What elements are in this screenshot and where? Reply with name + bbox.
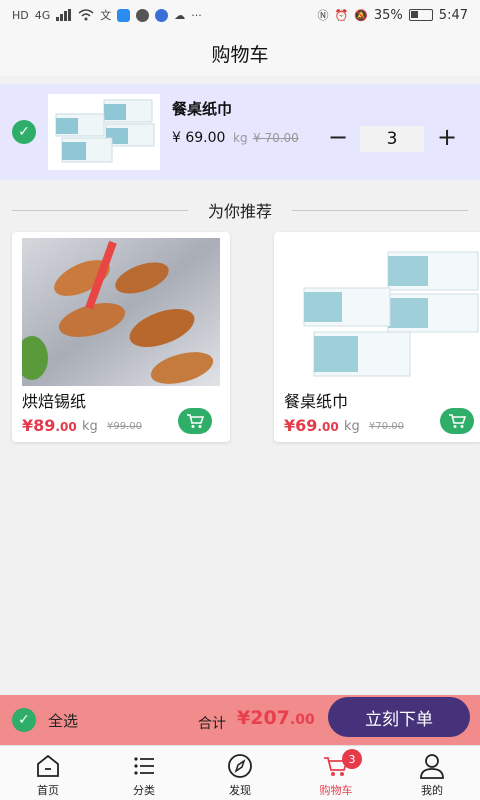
status-bar-left: HD 4G 文 ☁ ···: [12, 7, 202, 23]
tab-label: 我的: [421, 784, 443, 797]
price-main: ¥89: [22, 416, 56, 435]
checkout-bar: ✓ 全选 合计 ¥207.00 立刻下单: [0, 695, 480, 745]
network-indicator: 4G: [34, 8, 51, 22]
app-notification-icon: [117, 8, 131, 22]
cart-count-badge: 3: [342, 749, 362, 769]
compass-icon: [228, 754, 252, 778]
product-name[interactable]: 烘焙锡纸: [22, 388, 86, 412]
tissue-box: [103, 99, 153, 123]
status-bar-right: Ⓝ ⏰ 🔕 35% 5:47: [317, 7, 468, 23]
status-bar: HD 4G 文 ☁ ··· Ⓝ ⏰ 🔕 35% 5:47: [0, 0, 480, 30]
price-main: ¥69: [284, 416, 318, 435]
product-thumbnail[interactable]: [48, 94, 160, 170]
product-image[interactable]: [22, 238, 220, 386]
place-order-button[interactable]: 立刻下单: [328, 697, 470, 737]
product-old-price: ¥99.00: [107, 421, 142, 432]
product-unit: kg: [82, 419, 98, 434]
mute-icon: 🔕: [354, 8, 368, 22]
clock: 5:47: [438, 7, 468, 23]
quantity-decrease-button[interactable]: −: [325, 125, 351, 151]
home-icon: [37, 754, 59, 777]
quantity-increase-button[interactable]: +: [434, 125, 460, 151]
more-icon: ···: [191, 8, 202, 22]
product-price: ¥89.00: [22, 416, 77, 435]
battery-icon: [408, 9, 433, 21]
cloud-icon: ☁: [174, 8, 186, 22]
cart-item-price: ¥ 69.00: [172, 130, 226, 146]
total-main: ¥207: [237, 707, 290, 729]
add-to-cart-button[interactable]: [440, 408, 474, 434]
recommend-title: 为你推荐: [207, 202, 272, 221]
quantity-input[interactable]: 3: [360, 126, 424, 152]
price-decimal: .00: [55, 420, 77, 434]
cart-item-name[interactable]: 餐桌纸巾: [172, 98, 232, 119]
product-name[interactable]: 餐桌纸巾: [284, 388, 348, 412]
tab-mine[interactable]: 我的: [384, 746, 480, 800]
cart-item-old-price: ¥ 70.00: [253, 131, 299, 145]
product-card[interactable]: 烘焙锡纸 ¥89.00 kg ¥99.00: [12, 232, 230, 442]
tab-label: 首页: [37, 784, 59, 797]
tab-category[interactable]: 分类: [96, 746, 192, 800]
tab-home[interactable]: 首页: [0, 746, 96, 800]
tab-bar: 首页 分类 发现 3 购物车 我的: [0, 745, 480, 800]
select-all-label[interactable]: 全选: [48, 710, 78, 731]
add-to-cart-button[interactable]: [178, 408, 212, 434]
wifi-icon: [78, 9, 94, 21]
product-price: ¥69.00: [284, 416, 339, 435]
tab-cart[interactable]: 3 购物车: [288, 746, 384, 800]
list-icon: [134, 757, 154, 775]
price-decimal: .00: [317, 420, 339, 434]
product-old-price: ¥70.00: [369, 421, 404, 432]
product-card[interactable]: 餐桌纸巾 ¥69.00 kg ¥70.00: [274, 232, 480, 442]
nfc-icon: Ⓝ: [317, 9, 329, 22]
cart-icon: [187, 414, 204, 428]
translate-icon: 文: [100, 9, 112, 22]
product-unit: kg: [344, 419, 360, 434]
cart-icon: [449, 414, 466, 428]
tab-label: 购物车: [319, 784, 353, 797]
product-image[interactable]: [284, 238, 480, 386]
alarm-icon: ⏰: [334, 8, 349, 22]
user-icon: [420, 754, 444, 779]
page-title: 购物车: [0, 30, 480, 76]
app-notification-icon: [136, 8, 150, 22]
tab-discover[interactable]: 发现: [192, 746, 288, 800]
app-notification-icon: [155, 8, 169, 22]
signal-icon: [56, 9, 72, 21]
item-checkbox[interactable]: ✓: [12, 120, 36, 144]
total-label: 合计: [198, 716, 226, 732]
total-amount: ¥207.00: [237, 707, 315, 729]
hd-indicator: HD: [12, 8, 29, 22]
total-decimal: .00: [289, 712, 315, 728]
select-all-checkbox[interactable]: ✓: [12, 708, 36, 732]
cart-item-unit: kg: [233, 131, 248, 145]
tab-label: 发现: [229, 784, 251, 797]
tab-label: 分类: [133, 784, 155, 797]
battery-percent: 35%: [373, 7, 403, 23]
